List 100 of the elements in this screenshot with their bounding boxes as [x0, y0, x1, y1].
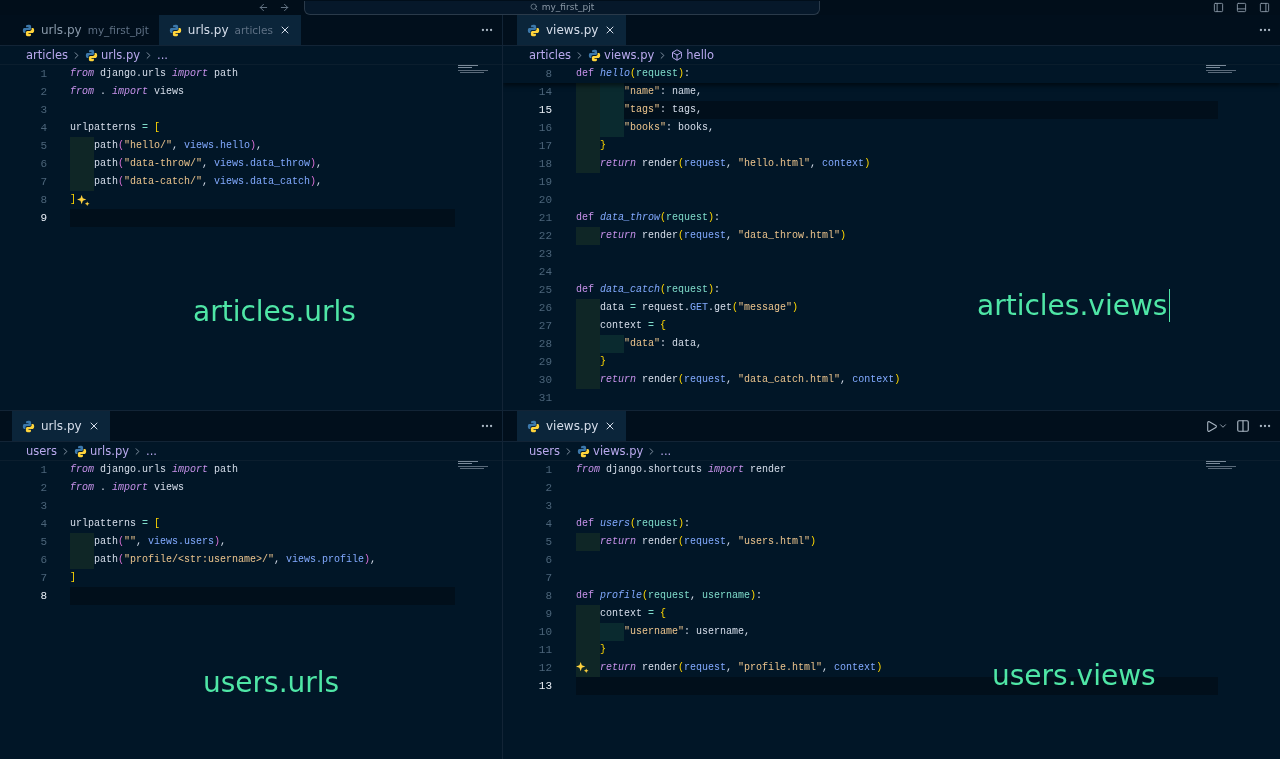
- panel-toggle-icon[interactable]: [1236, 2, 1247, 13]
- code-line: "books": books,: [576, 119, 715, 137]
- code-line: return render(request, "users.html"): [576, 533, 817, 551]
- line-number: 31: [537, 392, 552, 404]
- run-button[interactable]: [1205, 419, 1228, 433]
- line-number: 8: [544, 68, 552, 80]
- code-line: from django.urls import path: [70, 67, 239, 81]
- line-number: 28: [537, 338, 552, 350]
- line-number: 14: [537, 86, 552, 98]
- code-line: return render(request, "profile.html", context): [576, 659, 883, 677]
- line-number: 6: [39, 158, 47, 170]
- line-number: 1: [39, 68, 47, 80]
- code-line: path("", views.users),: [70, 533, 227, 551]
- code-line: path("profile/<str:username>/", views.profile),: [70, 551, 377, 569]
- line-number: 30: [537, 374, 552, 386]
- line-number: 7: [39, 572, 47, 584]
- editor-tab[interactable]: urls.py articles: [158, 15, 301, 45]
- back-icon[interactable]: [258, 2, 269, 13]
- line-number: 29: [537, 356, 552, 368]
- forward-icon[interactable]: [279, 2, 290, 13]
- line-number: 2: [39, 86, 47, 98]
- code-line: path("data-catch/", views.data_catch),: [70, 173, 323, 191]
- line-number: 5: [39, 140, 47, 152]
- play-icon: [1205, 419, 1218, 433]
- annotation-label: articles.urls: [193, 295, 357, 328]
- code-line: return render(request, "hello.html", context): [576, 155, 871, 173]
- line-number: 4: [544, 518, 552, 530]
- breadcrumb-ellipsis[interactable]: ...: [146, 444, 157, 458]
- line-number: 27: [537, 320, 552, 332]
- breadcrumb-file[interactable]: urls.py: [90, 444, 130, 458]
- breadcrumb-file[interactable]: urls.py: [101, 48, 141, 62]
- line-number: 25: [537, 284, 552, 296]
- code-line: return render(request, "data_catch.html", context): [576, 371, 901, 389]
- editor-tab[interactable]: views.py: [517, 411, 627, 441]
- code-line: urlpatterns = [: [70, 121, 161, 135]
- line-number: 18: [537, 158, 552, 170]
- line-number: 11: [537, 644, 552, 656]
- line-number: 13: [537, 680, 552, 692]
- python-file-icon: [527, 23, 540, 37]
- code-line: def data_throw(request):: [576, 211, 721, 225]
- line-number: 2: [544, 482, 552, 494]
- line-number: 6: [544, 554, 552, 566]
- code-line: "data": data,: [576, 335, 703, 353]
- breadcrumb-file[interactable]: views.py: [604, 48, 655, 62]
- code-line: def profile(request, username):: [576, 589, 763, 603]
- code-line: from . import views: [70, 85, 185, 99]
- line-number: 2: [39, 482, 47, 494]
- line-number: 4: [39, 518, 47, 530]
- code-line: data = request.GET.get("message"): [576, 299, 799, 317]
- breadcrumb-ellipsis[interactable]: ...: [157, 48, 168, 62]
- line-number: 21: [537, 212, 552, 224]
- line-number: 5: [544, 536, 552, 548]
- breadcrumb-file[interactable]: views.py: [593, 444, 644, 458]
- line-number: 6: [39, 554, 47, 566]
- code-line: def data_catch(request):: [576, 283, 721, 297]
- annotation-label: articles.views: [977, 289, 1171, 322]
- line-number: 24: [537, 266, 552, 278]
- line-number: 7: [544, 572, 552, 584]
- code-line: "tags": tags,: [576, 101, 703, 119]
- code-line: urlpatterns = [: [70, 517, 161, 531]
- breadcrumb-ellipsis[interactable]: ...: [660, 444, 672, 458]
- annotation-label: users.urls: [203, 666, 341, 699]
- code-line: from django.urls import path: [70, 463, 239, 477]
- code-line: }: [576, 137, 606, 155]
- search-icon: [529, 3, 538, 11]
- python-file-icon: [588, 48, 602, 62]
- breadcrumb-folder[interactable]: articles: [26, 48, 69, 62]
- code-line: from . import views: [70, 481, 185, 495]
- line-number: 1: [544, 464, 552, 476]
- breadcrumb-folder[interactable]: articles: [529, 48, 572, 62]
- editor-tab[interactable]: urls.py: [12, 411, 110, 441]
- command-search-field[interactable]: my_first_pjt: [304, 0, 820, 15]
- python-file-icon: [22, 419, 35, 433]
- editor-tab[interactable]: urls.py my_first_pjt: [12, 15, 159, 45]
- breadcrumb-folder[interactable]: users: [26, 444, 58, 458]
- annotation-label: users.views: [992, 659, 1157, 692]
- editor-tab[interactable]: views.py: [517, 15, 627, 45]
- line-number: 10: [537, 626, 552, 638]
- python-file-icon: [527, 419, 540, 433]
- breadcrumb-folder[interactable]: users: [529, 444, 561, 458]
- line-number: 19: [537, 176, 552, 188]
- line-number: 3: [544, 500, 552, 512]
- line-number: 3: [39, 500, 47, 512]
- line-number: 9: [544, 608, 552, 620]
- cube-icon: [671, 49, 684, 61]
- line-number: 4: [39, 122, 47, 134]
- breadcrumb-symbol[interactable]: hello: [686, 48, 715, 62]
- sidebar-toggle-icon[interactable]: [1213, 2, 1224, 13]
- line-number: 26: [537, 302, 552, 314]
- python-file-icon: [85, 48, 99, 62]
- secondary-sidebar-icon[interactable]: [1259, 2, 1270, 13]
- code-line: context = {: [576, 317, 667, 335]
- split-editor-icon[interactable]: [1236, 419, 1250, 433]
- line-number: 9: [39, 212, 47, 224]
- line-number: 3: [39, 104, 47, 116]
- line-number: 5: [39, 536, 47, 548]
- code-line: def hello(request):: [576, 67, 691, 81]
- line-number: 8: [39, 590, 47, 602]
- code-line: return render(request, "data_throw.html"): [576, 227, 847, 245]
- code-line: ]: [70, 193, 76, 207]
